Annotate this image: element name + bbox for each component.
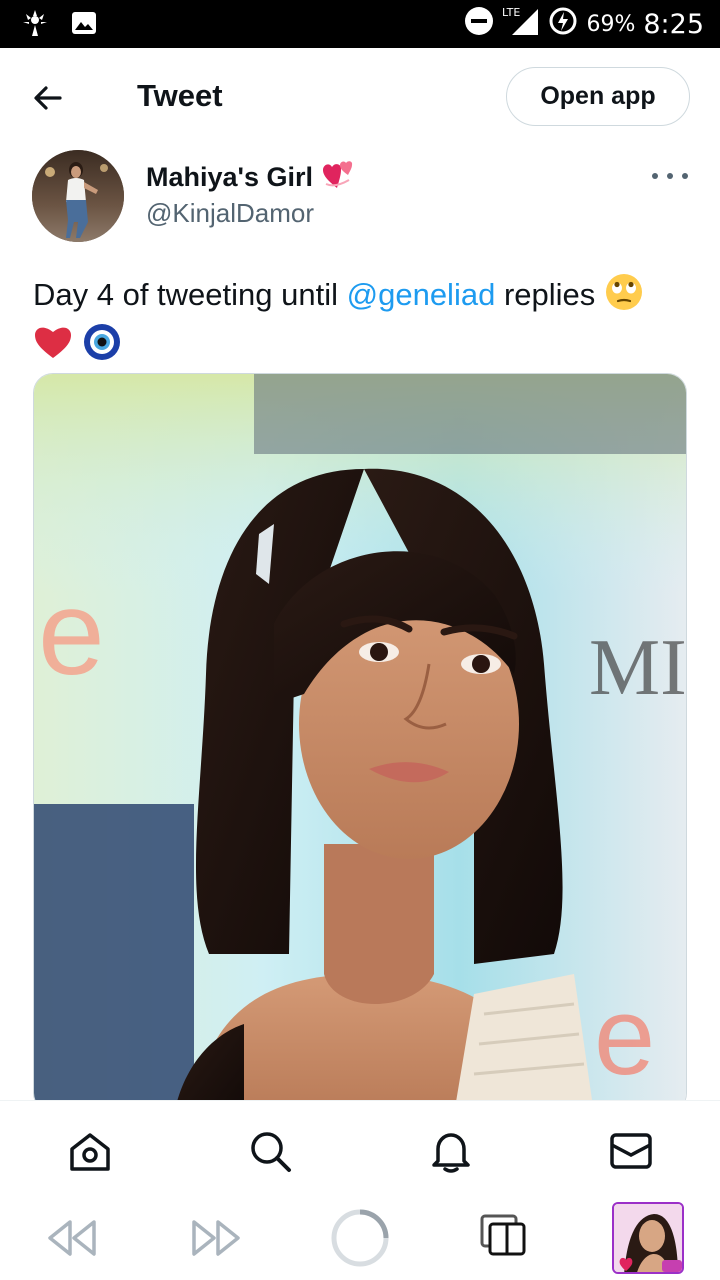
svg-text:MII: MII — [589, 624, 687, 712]
dot-icon — [652, 173, 658, 179]
tweet-text-start: Day 4 of tweeting until — [33, 277, 347, 313]
red-heart-emoji-icon — [33, 324, 73, 370]
tweet-text-end: replies — [495, 277, 596, 313]
browser-forward-button[interactable] — [190, 1218, 242, 1263]
tweet-text: Day 4 of tweeting until @geneliad replie… — [33, 272, 693, 372]
status-bar: LTE 69% 8:25 — [0, 0, 720, 48]
portrait-photo: e MII e — [34, 374, 687, 1112]
rewind-icon — [48, 1220, 96, 1256]
tabs-icon — [480, 1214, 526, 1256]
svg-text:e: e — [38, 566, 105, 700]
nav-messages[interactable] — [609, 1129, 653, 1173]
gallery-notification-icon — [70, 9, 98, 42]
svg-text:e: e — [594, 975, 655, 1098]
lte-signal-icon: LTE — [502, 5, 540, 43]
mention-link[interactable]: @geneliad — [347, 277, 496, 312]
tweet-image[interactable]: e MII e — [33, 373, 687, 1113]
profile-thumbnail-button[interactable] — [612, 1202, 684, 1274]
open-app-button[interactable]: Open app — [506, 67, 690, 126]
avatar[interactable] — [32, 150, 124, 242]
back-arrow-icon — [34, 86, 62, 110]
home-circle-button[interactable] — [330, 1208, 390, 1273]
nav-search[interactable] — [248, 1129, 292, 1173]
browser-back-button[interactable] — [46, 1218, 98, 1263]
nav-notifications[interactable] — [429, 1129, 473, 1173]
battery-percentage: 69% — [586, 11, 636, 37]
loading-ring-icon — [331, 1209, 389, 1267]
bell-icon — [432, 1133, 470, 1173]
fast-forward-icon — [192, 1220, 240, 1256]
author-name-row[interactable]: Mahiya's Girl — [146, 158, 357, 197]
nazar-amulet-emoji-icon — [82, 322, 122, 372]
network-type-label: LTE — [502, 6, 520, 19]
dot-icon — [667, 173, 673, 179]
author-handle[interactable]: @KinjalDamor — [146, 198, 314, 229]
do-not-disturb-icon — [464, 6, 494, 42]
two-hearts-emoji-icon — [321, 158, 357, 197]
dot-icon — [682, 173, 688, 179]
bottom-navigation — [0, 1100, 720, 1196]
browser-navigation-bar — [0, 1196, 720, 1280]
back-button[interactable] — [30, 80, 66, 116]
tabs-button[interactable] — [480, 1214, 528, 1263]
page-title: Tweet — [137, 78, 223, 113]
more-options-button[interactable] — [652, 164, 688, 188]
app-notification-icon — [20, 8, 50, 43]
search-icon — [251, 1132, 291, 1172]
face-with-rolling-eyes-emoji-icon — [604, 272, 644, 322]
display-name: Mahiya's Girl — [146, 162, 313, 192]
nav-home[interactable] — [68, 1129, 112, 1173]
profile-thumbnail-image — [614, 1204, 682, 1272]
battery-charging-icon — [548, 6, 578, 42]
envelope-icon — [610, 1133, 652, 1169]
tweet-header: Tweet Open app — [0, 48, 720, 146]
home-icon — [70, 1133, 110, 1171]
clock: 8:25 — [643, 8, 704, 40]
